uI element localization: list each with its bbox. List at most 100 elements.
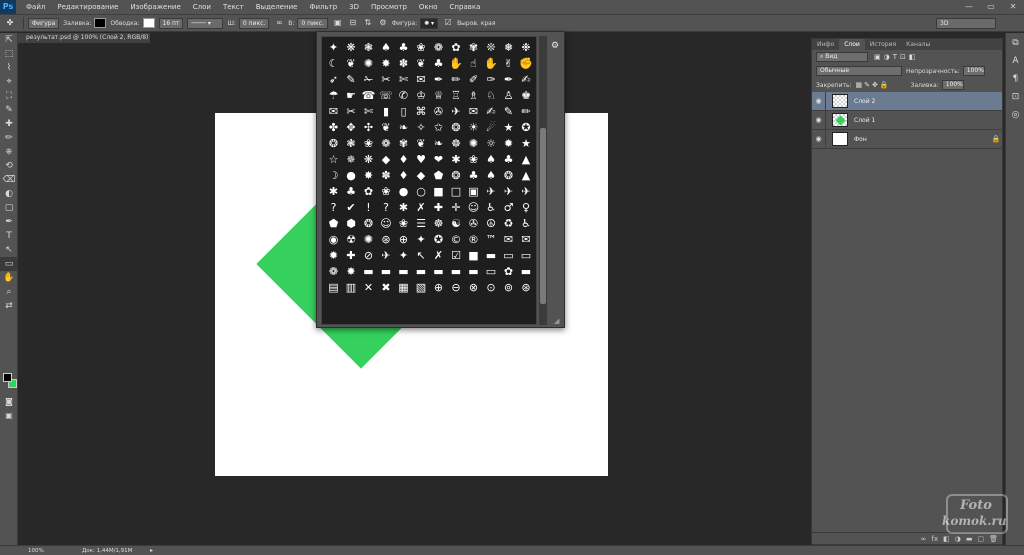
shape-cell[interactable]: ✉: [412, 71, 430, 87]
shape-cell[interactable]: ☛: [342, 87, 360, 103]
menu-layers[interactable]: Слои: [187, 3, 217, 11]
shape-cell[interactable]: ⊛: [377, 231, 395, 247]
shape-cell[interactable]: ❧: [430, 135, 447, 151]
shape-cell[interactable]: ▬: [377, 263, 395, 279]
tab-history[interactable]: История: [865, 39, 901, 50]
shape-cell[interactable]: ▬: [360, 263, 377, 279]
shape-cell[interactable]: ☰: [412, 215, 430, 231]
shape-cell[interactable]: ●: [342, 167, 360, 183]
shape-cell[interactable]: ➶: [325, 71, 342, 87]
shape-cell[interactable]: ○: [412, 183, 430, 199]
shape-cell[interactable]: ✖: [377, 279, 395, 295]
shape-cell[interactable]: ❤: [430, 151, 447, 167]
shape-cell[interactable]: ♗: [465, 87, 482, 103]
shape-cell[interactable]: ❁: [325, 263, 342, 279]
shape-cell[interactable]: ▬: [482, 247, 500, 263]
shape-cell[interactable]: ❂: [325, 135, 342, 151]
shape-cell[interactable]: ■: [430, 183, 447, 199]
shape-cell[interactable]: ☸: [430, 215, 447, 231]
shape-cell[interactable]: ✦: [412, 231, 430, 247]
stroke-swatch[interactable]: [142, 18, 155, 28]
shape-cell[interactable]: ✽: [377, 167, 395, 183]
shape-cell[interactable]: ✂: [377, 71, 395, 87]
shape-cell[interactable]: ✉: [465, 103, 482, 119]
shape-cell[interactable]: ♦: [395, 151, 412, 167]
shape-cell[interactable]: ✄: [360, 103, 377, 119]
shape-cell[interactable]: ✣: [360, 119, 377, 135]
link-layers-icon[interactable]: ∞: [921, 535, 927, 543]
shape-cell[interactable]: ⊕: [395, 231, 412, 247]
gear-icon[interactable]: ⚙: [377, 17, 389, 29]
shape-cell[interactable]: ✱: [447, 151, 465, 167]
shape-cell[interactable]: ⬢: [342, 215, 360, 231]
shape-cell[interactable]: ✄: [395, 71, 412, 87]
shape-cell[interactable]: ☑: [447, 247, 465, 263]
properties-icon[interactable]: ⊡: [1006, 89, 1024, 105]
shape-cell[interactable]: ✉: [517, 231, 535, 247]
shape-cell[interactable]: ■: [465, 247, 482, 263]
shape-cell[interactable]: ✎: [500, 103, 517, 119]
shape-cell[interactable]: ⊙: [482, 279, 500, 295]
shape-cell[interactable]: ?: [325, 199, 342, 215]
shape-cell[interactable]: ⊗: [465, 279, 482, 295]
shape-cell[interactable]: ✚: [430, 199, 447, 215]
shape-cell[interactable]: ♣: [342, 183, 360, 199]
shape-cell[interactable]: ☺: [465, 199, 482, 215]
eraser-tool-icon[interactable]: ⌫: [0, 173, 18, 187]
screen-mode-icon[interactable]: ▣: [0, 409, 18, 423]
tab-channels[interactable]: Каналы: [901, 39, 935, 50]
shape-cell[interactable]: ✎: [342, 71, 360, 87]
shape-cell[interactable]: ❦: [412, 55, 430, 71]
shape-cell[interactable]: ✍: [517, 71, 535, 87]
menu-file[interactable]: Файл: [20, 3, 51, 11]
shape-cell[interactable]: ✾: [395, 135, 412, 151]
shape-cell[interactable]: ☏: [377, 87, 395, 103]
shape-cell[interactable]: ❦: [342, 55, 360, 71]
shape-cell[interactable]: ❊: [482, 39, 500, 55]
shape-cell[interactable]: ▧: [412, 279, 430, 295]
menu-window[interactable]: Окно: [413, 3, 444, 11]
shape-cell[interactable]: ♂: [500, 199, 517, 215]
shape-cell[interactable]: ◉: [325, 231, 342, 247]
shape-cell[interactable]: ☄: [482, 119, 500, 135]
zoom-tool-icon[interactable]: ⌕: [0, 285, 18, 299]
gear-icon[interactable]: ⚙: [549, 40, 561, 52]
shape-cell[interactable]: ▬: [517, 263, 535, 279]
type-tool-icon[interactable]: T: [0, 229, 18, 243]
adjustments-icon[interactable]: ◎: [1006, 107, 1024, 123]
checkbox-checked-icon[interactable]: ☑: [442, 17, 454, 29]
path-operations-icon[interactable]: ▣: [332, 17, 344, 29]
menu-select[interactable]: Выделение: [250, 3, 304, 11]
resize-grip-icon[interactable]: ◢: [554, 317, 562, 325]
shape-cell[interactable]: ♣: [395, 39, 412, 55]
shape-cell[interactable]: ✑: [482, 71, 500, 87]
shape-cell[interactable]: ♙: [500, 87, 517, 103]
shape-cell[interactable]: ▯: [395, 103, 412, 119]
shape-cell[interactable]: ❀: [412, 39, 430, 55]
shape-cell[interactable]: ☆: [325, 151, 342, 167]
shape-cell[interactable]: ✒: [430, 71, 447, 87]
stamp-tool-icon[interactable]: ⎈: [0, 145, 18, 159]
shape-cell[interactable]: ☢: [342, 231, 360, 247]
lasso-tool-icon[interactable]: ⌇: [0, 61, 18, 75]
menu-3d[interactable]: 3D: [343, 3, 365, 11]
shape-cell[interactable]: ✪: [517, 119, 535, 135]
shape-cell[interactable]: ❧: [395, 119, 412, 135]
shape-cell[interactable]: ✛: [447, 199, 465, 215]
shape-cell[interactable]: ✍: [482, 103, 500, 119]
shape-cell[interactable]: ✸: [377, 55, 395, 71]
shape-cell[interactable]: ♻: [500, 215, 517, 231]
history-brush-tool-icon[interactable]: ⟲: [0, 159, 18, 173]
shape-cell[interactable]: ✿: [500, 263, 517, 279]
shape-cell[interactable]: ▬: [465, 263, 482, 279]
shape-cell[interactable]: ♕: [430, 87, 447, 103]
shape-cell[interactable]: ✧: [412, 119, 430, 135]
shape-cell[interactable]: ©: [447, 231, 465, 247]
shape-cell[interactable]: ❀: [360, 135, 377, 151]
shape-cell[interactable]: ✗: [430, 247, 447, 263]
shape-cell[interactable]: ✔: [342, 199, 360, 215]
shape-cell[interactable]: ❦: [377, 119, 395, 135]
shape-cell[interactable]: ✹: [500, 135, 517, 151]
brush-tool-icon[interactable]: ✏: [0, 131, 18, 145]
shape-cell[interactable]: ✏: [517, 103, 535, 119]
